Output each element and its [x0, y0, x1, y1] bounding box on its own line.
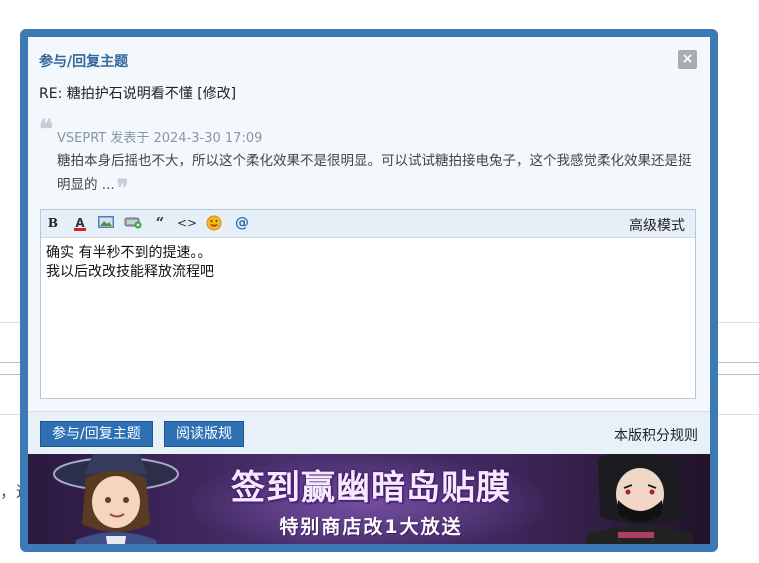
editor-toolbar: B A “ <> @ 高级模式	[41, 210, 695, 238]
dialog-title: 参与/回复主题	[39, 54, 129, 70]
submit-reply-button[interactable]: 参与/回复主题	[40, 421, 153, 447]
code-icon[interactable]: <>	[177, 215, 197, 232]
close-quote-icon: ❞	[116, 175, 129, 201]
quote-text: 糖拍本身后摇也不大，所以这个柔化效果不是很明显。可以试试糖拍接电兔子，这个我感觉…	[57, 153, 692, 193]
image-icon[interactable]	[97, 215, 115, 232]
smiley-icon[interactable]	[205, 215, 223, 232]
subject-text: RE: 糖拍护石说明看不懂	[39, 86, 193, 102]
attachment-icon[interactable]	[124, 215, 142, 232]
quote-body: 糖拍本身后摇也不大，所以这个柔化效果不是很明显。可以试试糖拍接电兔子，这个我感觉…	[57, 149, 697, 200]
quote-meta: VSEPRT 发表于 2024-3-30 17:09	[57, 131, 263, 146]
promo-banner[interactable]: 签到赢幽暗岛贴膜 特别商店改1大放送	[28, 454, 710, 544]
advanced-mode-link[interactable]: 高级模式	[629, 215, 685, 235]
reply-dialog: 参与/回复主题 × RE: 糖拍护石说明看不懂 [修改] ❝ VSEPRT 发表…	[20, 29, 718, 552]
banner-headline: 签到赢幽暗岛贴膜	[231, 468, 511, 508]
open-quote-icon: ❝	[39, 115, 53, 145]
banner-subline: 特别商店改1大放送	[279, 516, 463, 538]
read-rules-button[interactable]: 阅读版规	[164, 421, 244, 447]
reply-subject: RE: 糖拍护石说明看不懂 [修改]	[39, 83, 236, 103]
banner-character-left	[53, 454, 179, 544]
reply-textarea[interactable]: 确实 有半秒不到的提速。。 我以后改改技能释放流程吧	[41, 238, 695, 398]
dialog-footer: 参与/回复主题 阅读版规 本版积分规则	[28, 411, 710, 454]
reply-editor: B A “ <> @ 高级模式 确实 有半秒不到的提速。。 我以后改改技能释放流…	[40, 209, 696, 399]
at-icon[interactable]: @	[233, 215, 251, 232]
banner-character-right	[585, 454, 695, 544]
quote-icon[interactable]: “	[151, 215, 169, 232]
close-button[interactable]: ×	[678, 50, 697, 69]
font-color-icon[interactable]: A	[71, 215, 89, 232]
edit-subject-link[interactable]: [修改]	[197, 86, 236, 102]
bold-icon[interactable]: B	[44, 215, 62, 232]
score-rules-link[interactable]: 本版积分规则	[614, 425, 698, 445]
